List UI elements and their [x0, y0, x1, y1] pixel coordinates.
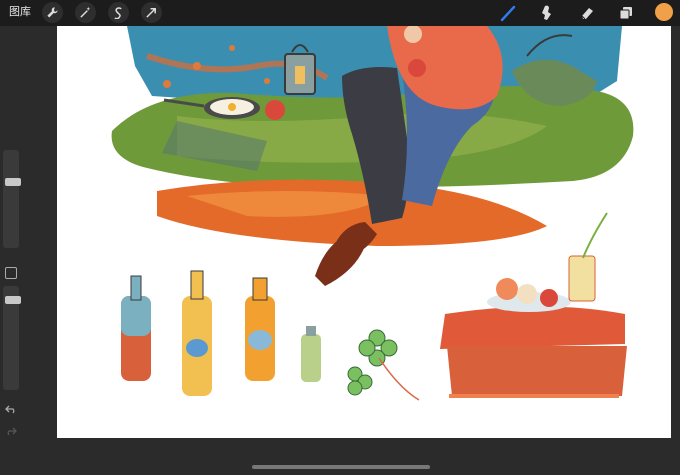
brush-size-thumb[interactable]: [5, 178, 21, 186]
sidebar: [0, 150, 22, 440]
gallery-button[interactable]: 图库: [9, 5, 31, 19]
drawing-canvas[interactable]: [57, 26, 671, 438]
layers-icon[interactable]: [615, 2, 636, 23]
smudge-icon[interactable]: [536, 2, 557, 23]
brush-icon[interactable]: [497, 2, 518, 23]
wrench-icon[interactable]: [42, 2, 63, 23]
redo-icon[interactable]: [5, 423, 17, 441]
color-picker-swatch[interactable]: [655, 3, 673, 21]
brush-size-slider[interactable]: [3, 150, 21, 248]
home-indicator: [252, 465, 430, 469]
transform-arrow-icon[interactable]: [141, 2, 162, 23]
undo-icon[interactable]: [5, 401, 17, 419]
magic-wand-icon[interactable]: [75, 2, 96, 23]
opacity-thumb[interactable]: [5, 296, 21, 304]
selection-icon[interactable]: [108, 2, 129, 23]
opacity-slider[interactable]: [3, 286, 21, 390]
toolbar: 图库: [0, 0, 680, 26]
eraser-icon[interactable]: [576, 2, 597, 23]
artwork-illustration: [111, 26, 634, 401]
modify-button[interactable]: [5, 267, 17, 279]
